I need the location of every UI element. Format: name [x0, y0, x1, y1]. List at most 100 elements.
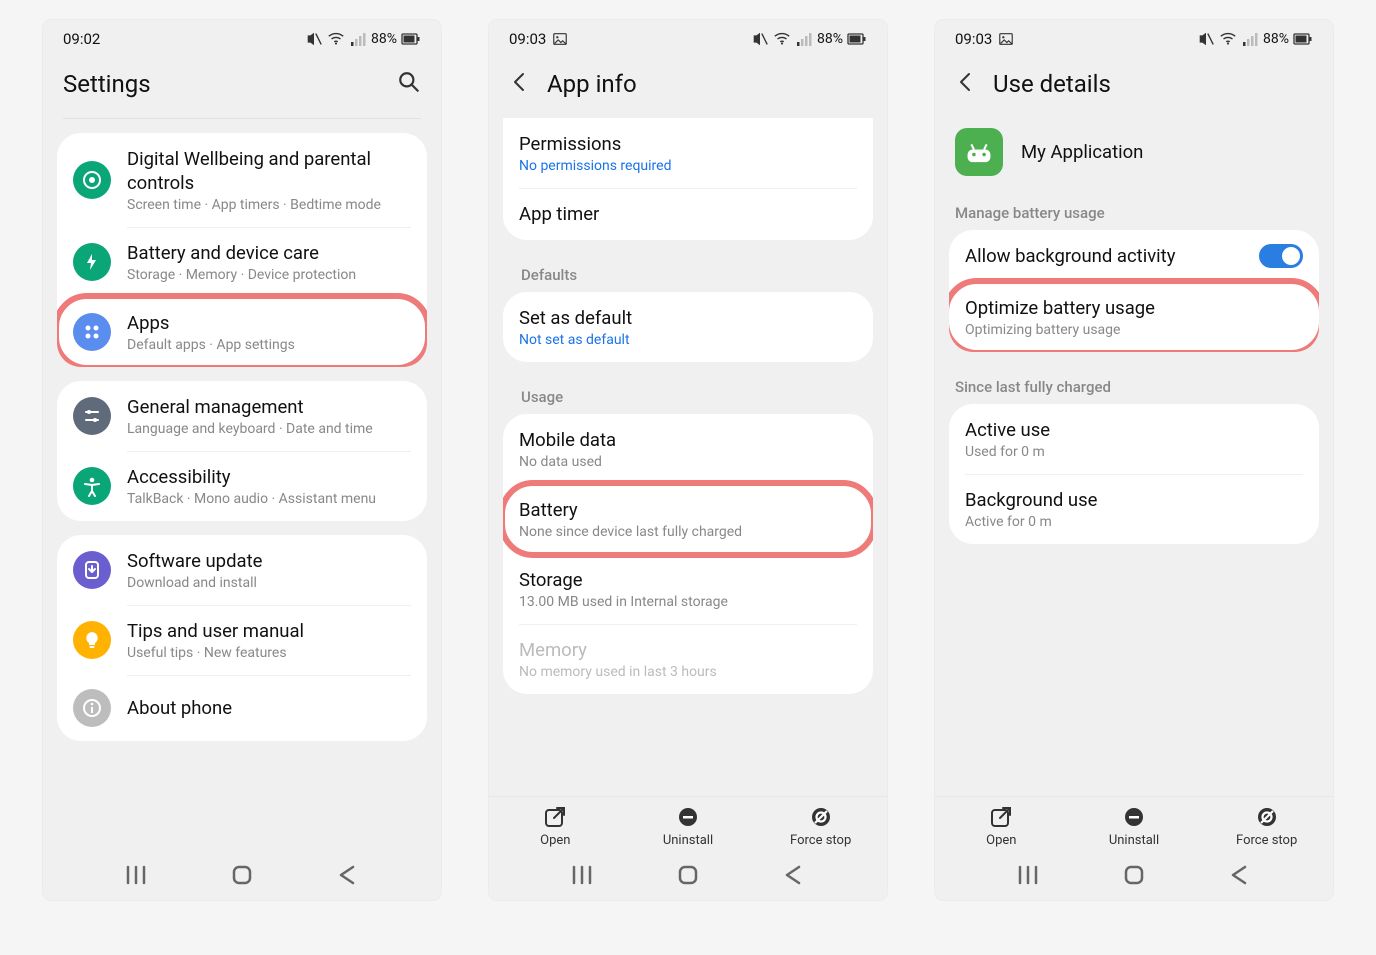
forcestop-button[interactable]: Force stop [766, 805, 876, 848]
page-title: Settings [63, 70, 151, 98]
status-time: 09:03 [955, 30, 992, 48]
back-button[interactable] [509, 70, 531, 98]
item-subtitle: Not set as default [519, 332, 857, 348]
app-info-item[interactable]: BatteryNone since device last fully char… [503, 484, 873, 554]
page-title: App info [547, 70, 637, 98]
nav-home-button[interactable] [1123, 864, 1145, 886]
nav-back-button[interactable] [337, 864, 359, 886]
nav-home-icon [1123, 864, 1145, 886]
nav-back-icon [337, 864, 359, 886]
item-subtitle: Storage · Memory · Device protection [127, 267, 411, 283]
app-info-item[interactable]: App timer [503, 188, 873, 240]
nav-home-icon [677, 864, 699, 886]
forcestop-button[interactable]: Force stop [1212, 805, 1322, 848]
item-title: Battery [519, 498, 857, 522]
header: App info [489, 54, 887, 118]
nav-recent-button[interactable] [1017, 864, 1039, 886]
uninstall-button[interactable]: Uninstall [1079, 805, 1189, 848]
wifi-icon [327, 30, 345, 48]
item-subtitle: 13.00 MB used in Internal storage [519, 594, 857, 610]
nav-back-icon [1229, 864, 1251, 886]
settings-item[interactable]: Software updateDownload and install [57, 535, 427, 605]
settings-item[interactable]: Accessibility TalkBack · Mono audio · Ass… [57, 451, 427, 521]
status-time: 09:03 [509, 30, 546, 48]
settings-item[interactable]: General managementLanguage and keyboard … [57, 381, 427, 451]
header: Use details [935, 54, 1333, 118]
battery-setting-item[interactable]: Optimize battery usage Optimizing battery… [949, 282, 1319, 352]
mute-icon [305, 30, 323, 48]
battery-icon [847, 31, 867, 47]
action-label: Open [986, 833, 1016, 848]
item-subtitle: Default apps · App settings [127, 337, 411, 353]
signal-icon [349, 31, 367, 47]
nav-home-button[interactable] [677, 864, 699, 886]
android-icon [965, 138, 993, 166]
item-subtitle: TalkBack · Mono audio · Assistant menu [127, 491, 411, 507]
item-title: Optimize battery usage [965, 296, 1303, 320]
item-subtitle: Screen time · App timers · Bedtime mode [127, 197, 411, 213]
item-subtitle: No memory used in last 3 hours [519, 664, 857, 680]
app-info-item[interactable]: Storage 13.00 MB used in Internal storage [503, 554, 873, 624]
item-title: Set as default [519, 306, 857, 330]
section-label: Defaults [503, 254, 873, 292]
chevron-left-icon [955, 70, 977, 94]
item-title: Permissions [519, 132, 857, 156]
uninstall-button[interactable]: Uninstall [633, 805, 743, 848]
open-icon [543, 805, 567, 829]
navbar [43, 852, 441, 900]
app-header: My Application [949, 118, 1319, 192]
item-title: Storage [519, 568, 857, 592]
app-info-item[interactable]: Set as default Not set as default [503, 292, 873, 362]
signal-icon [1241, 31, 1259, 47]
toggle-switch[interactable] [1259, 244, 1303, 268]
item-subtitle: Active for 0 m [965, 514, 1303, 530]
settings-item[interactable]: AppsDefault apps · App settings [57, 297, 427, 367]
settings-item[interactable]: Digital Wellbeing and parental controls S… [57, 133, 427, 227]
settings-item[interactable]: About phone [57, 675, 427, 741]
apps-icon [73, 313, 111, 351]
item-title: Allow background activity [965, 244, 1259, 268]
wifi-icon [773, 30, 791, 48]
screen-app-info: 09:03 88% App info PermissionsNo permiss… [489, 20, 887, 900]
header: Settings [43, 54, 441, 118]
nav-recent-button[interactable] [571, 864, 593, 886]
settings-item[interactable]: Battery and device care Storage · Memory … [57, 227, 427, 297]
chevron-left-icon [509, 70, 531, 94]
settings-item[interactable]: Tips and user manualUseful tips · New fe… [57, 605, 427, 675]
item-title: Active use [965, 418, 1303, 442]
item-title: Battery and device care [127, 241, 411, 265]
tips-icon [73, 621, 111, 659]
search-button[interactable] [397, 70, 421, 98]
item-title: General management [127, 395, 411, 419]
app-name: My Application [1021, 140, 1143, 164]
status-icons: 88% [305, 30, 421, 48]
app-icon [955, 128, 1003, 176]
nav-home-button[interactable] [231, 864, 253, 886]
open-button[interactable]: Open [500, 805, 610, 848]
battery-icon [1293, 31, 1313, 47]
item-subtitle: Optimizing battery usage [965, 322, 1303, 338]
section-since-charged: Since last fully charged [949, 366, 1319, 404]
item-title: Background use [965, 488, 1303, 512]
nav-recent-button[interactable] [125, 864, 147, 886]
battery-icon [401, 31, 421, 47]
item-title: Digital Wellbeing and parental controls [127, 147, 411, 195]
nav-back-button[interactable] [783, 864, 805, 886]
item-title: Mobile data [519, 428, 857, 452]
bottom-actions: Open Uninstall Force stop [489, 796, 887, 852]
forcestop-icon [1255, 805, 1279, 829]
nav-back-button[interactable] [1229, 864, 1251, 886]
app-info-item[interactable]: PermissionsNo permissions required [503, 118, 873, 188]
back-button[interactable] [955, 70, 977, 98]
usage-stat-item: Active useUsed for 0 m [949, 404, 1319, 474]
nav-home-icon [231, 864, 253, 886]
item-subtitle: Useful tips · New features [127, 645, 411, 661]
screen-settings: 09:02 88% Settings Digital Wellbeing and… [43, 20, 441, 900]
battery-setting-item[interactable]: Allow background activity [949, 230, 1319, 282]
open-button[interactable]: Open [946, 805, 1056, 848]
item-title: Accessibility [127, 465, 411, 489]
item-title: Memory [519, 638, 857, 662]
statusbar: 09:02 88% [43, 20, 441, 54]
app-info-item[interactable]: Mobile dataNo data used [503, 414, 873, 484]
use-details-list: My Application Manage battery usage Allo… [935, 118, 1333, 796]
